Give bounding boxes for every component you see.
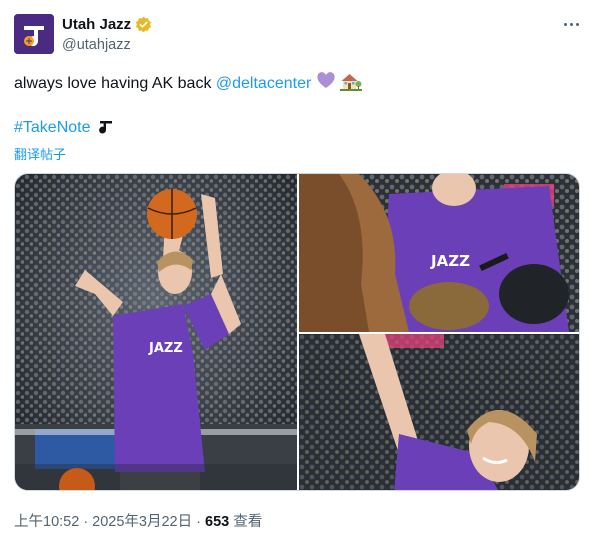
display-name[interactable]: Utah Jazz — [62, 16, 131, 33]
jersey-text-main: JAZZ — [148, 341, 183, 356]
translate-post-link[interactable]: 翻译帖子 — [14, 144, 66, 163]
purple-heart-icon — [317, 72, 335, 88]
photo-player-signing[interactable]: JAZZ — [299, 174, 579, 332]
jersey-text-signing: JAZZ — [430, 252, 470, 270]
hashtag-link[interactable]: #TakeNote — [14, 119, 91, 136]
jazz-note-emoji-icon — [99, 121, 112, 134]
more-options-icon[interactable] — [561, 14, 581, 34]
photo-player-reaching[interactable] — [299, 334, 579, 490]
house-with-garden-icon — [340, 74, 363, 91]
tweet-card: Utah Jazz @utahjazz always love having A… — [0, 0, 599, 548]
verified-badge-icon — [136, 16, 152, 33]
photo-player-signing-image: JAZZ — [299, 174, 579, 332]
views-label: 查看 — [229, 514, 263, 530]
views-count: 653 — [205, 514, 230, 530]
timestamp[interactable]: 上午10:52 · 2025年3月22日 · — [14, 514, 205, 530]
avatar[interactable] — [14, 14, 54, 54]
handle[interactable]: @utahjazz — [62, 37, 131, 53]
hashtag-line: #TakeNote — [14, 119, 113, 137]
media-grid: JAZZ JAZZ — [14, 173, 580, 491]
mention-link[interactable]: @deltacenter — [216, 75, 311, 92]
photo-player-shooting-image: JAZZ — [15, 174, 297, 490]
photo-player-reaching-image — [299, 334, 579, 490]
tweet-text: always love having AK back @deltacenter — [14, 71, 363, 93]
photo-player-shooting[interactable]: JAZZ — [15, 174, 297, 490]
name-row: Utah Jazz — [62, 16, 152, 33]
tweet-meta: 上午10:52 · 2025年3月22日 · 653 查看 — [14, 510, 262, 531]
tweet-text-body: always love having AK back — [14, 75, 216, 92]
jazz-note-logo-icon — [14, 14, 54, 54]
